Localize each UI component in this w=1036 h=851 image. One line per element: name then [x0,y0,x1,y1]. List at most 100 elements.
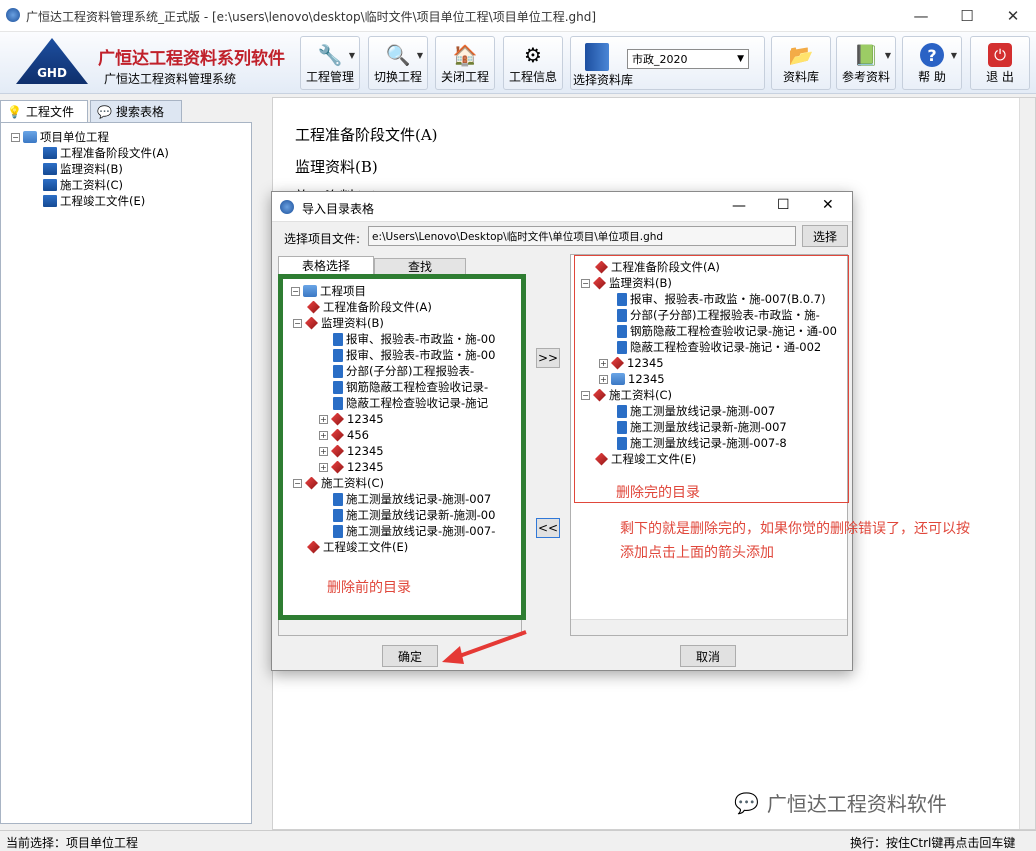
project-folder-icon [23,131,37,143]
tab-project-files[interactable]: 💡 工程文件 [0,100,88,122]
help-label: 帮 助 [918,70,946,84]
brand-logo: GHD [16,38,88,84]
tree-item[interactable]: 工程准备阶段文件(A) [43,145,169,161]
main-toolbar: GHD 广恒达工程资料系列软件 广恒达工程资料管理系统 🔧 ▼ 工程管理 🔍 ▼ 切… [0,32,1036,94]
add-arrow-button[interactable]: >> [536,348,560,368]
dialog-maximize-icon[interactable]: ☐ [777,197,790,213]
help-icon: ? [918,42,946,68]
reference-button[interactable]: 📗 ▼ 参考资料 [836,36,896,90]
close-icon[interactable]: ✕ [990,0,1036,32]
tab-table-select-label: 表格选择 [301,259,350,273]
dialog-title: 导入目录表格 [302,202,375,216]
tab-table-select[interactable]: 表格选择 [278,256,374,276]
tree-item-label: 工程竣工文件(E) [60,194,146,208]
project-info-label: 工程信息 [508,70,557,84]
tree-item[interactable]: 工程竣工文件(E) [43,193,145,209]
category-icon [43,195,57,207]
file-path-value: e:\Users\Lenovo\Desktop\临时文件\单位项目\单位项目.g… [372,230,664,243]
import-dialog: 导入目录表格 — ☐ ✕ 选择项目文件: e:\Users\Lenovo\Des… [271,191,853,671]
minimize-icon[interactable]: — [898,0,944,32]
scrollbar-horizontal[interactable] [571,619,847,635]
window-title-bar: 广恒达工程资料管理系统_正式版 - [e:\users\lenovo\deskt… [0,0,1036,32]
left-tree-pane: − 项目单位工程 工程准备阶段文件(A) 监理资料(B) 施工资料(C) 工程竣… [0,122,252,824]
maximize-icon[interactable]: ☐ [944,0,990,32]
highlight-box-red [574,255,849,503]
select-library-group: 市政_2020 ▼ 选择资料库 [570,36,765,90]
file-label: 选择项目文件: [284,232,361,246]
dropdown-arrow-icon: ▼ [416,51,423,60]
tree-item-root[interactable]: − 项目单位工程 [11,129,109,145]
tab-find-label: 查找 [407,260,432,274]
app-icon [6,8,20,22]
library-button[interactable]: 📂 资料库 [771,36,831,90]
scrollbar-vertical[interactable] [1019,98,1035,829]
ok-button[interactable]: 确定 [382,645,438,667]
remove-arrow-button[interactable]: << [536,518,560,538]
dialog-close-icon[interactable]: ✕ [822,197,834,213]
watermark-text: 广恒达工程资料软件 [766,792,947,816]
content-heading: 监理资料(B) [295,158,378,176]
tab-search-tables[interactable]: 💬 搜索表格 [90,100,182,122]
browse-button[interactable]: 选择 [802,225,848,247]
project-mgmt-button[interactable]: 🔧 ▼ 工程管理 [300,36,360,90]
highlight-box-green [278,274,526,620]
folder-icon: 📂 [788,43,814,67]
tree-item[interactable]: 施工资料(C) [43,177,123,193]
watermark: 💬 广恒达工程资料软件 [734,788,947,817]
select-library-label[interactable]: 选择资料库 [573,71,633,88]
project-mgmt-label: 工程管理 [305,70,354,84]
switch-project-label: 切换工程 [373,70,422,84]
reference-label: 参考资料 [841,70,890,84]
cancel-button[interactable]: 取消 [680,645,736,667]
library-select[interactable]: 市政_2020 ▼ [627,49,749,69]
exit-label: 退 出 [986,70,1014,84]
dropdown-arrow-icon: ▼ [950,51,957,60]
dropdown-arrow-icon: ▼ [348,51,355,60]
wechat-icon: 💬 [734,790,759,815]
library-label: 资料库 [782,70,819,84]
brand-subtitle: 广恒达工程资料管理系统 [104,72,237,86]
status-bar: 当前选择：项目单位工程 换行：按住Ctrl键再点击回车键 [0,830,1036,850]
dialog-minimize-icon[interactable]: — [732,198,746,214]
project-info-button[interactable]: ⚙ 工程信息 [503,36,563,90]
magnifier-icon: 🔍 [385,43,411,67]
annotation-note-line2: 添加点击上面的箭头添加 [620,545,774,561]
green-book-icon: 📗 [853,43,879,67]
gear-icon: ⚙ [524,43,542,67]
dialog-title-bar: 导入目录表格 — ☐ ✕ [272,192,852,222]
category-icon [43,163,57,175]
lightbulb-icon: 💡 [7,104,22,119]
house-icon: 🏠 [452,43,478,67]
close-project-label: 关闭工程 [440,70,489,84]
tree-item-label: 监理资料(B) [60,162,123,176]
tools-icon: 🔧 [317,43,343,67]
content-heading: 工程准备阶段文件(A) [295,126,438,144]
status-right: 换行：按住Ctrl键再点击回车键 [850,836,1016,850]
chevron-down-icon: ▼ [737,54,744,64]
annotation-note-line1: 剩下的就是删除完的，如果你觉的删除错误了，还可以按 [620,521,970,537]
category-icon [43,147,57,159]
help-button[interactable]: ? ▼ 帮 助 [902,36,962,90]
tree-item-label: 工程准备阶段文件(A) [60,146,169,160]
tab-project-files-label: 工程文件 [25,105,74,119]
book-icon [585,43,609,71]
category-icon [43,179,57,191]
annotation-arrow [442,630,527,664]
dialog-app-icon [280,200,294,214]
exit-button[interactable]: ⏻ 退 出 [970,36,1030,90]
switch-project-button[interactable]: 🔍 ▼ 切换工程 [368,36,428,90]
brand-logo-text: GHD [37,66,67,80]
close-project-button[interactable]: 🏠 关闭工程 [435,36,495,90]
brand-name: 广恒达工程资料系列软件 [98,49,285,69]
collapse-icon[interactable]: − [11,132,20,142]
annotation-after: 删除完的目录 [616,485,700,501]
dropdown-arrow-icon: ▼ [884,51,891,60]
status-left: 当前选择：项目单位工程 [6,836,139,850]
tree-item[interactable]: 监理资料(B) [43,161,123,177]
tree-item-label: 施工资料(C) [60,178,124,192]
file-path-field[interactable]: e:\Users\Lenovo\Desktop\临时文件\单位项目\单位项目.g… [368,226,796,246]
library-select-value: 市政_2020 [632,53,688,66]
power-icon: ⏻ [986,42,1014,68]
speech-bubble-icon: 💬 [97,104,112,119]
window-title: 广恒达工程资料管理系统_正式版 - [e:\users\lenovo\deskt… [26,10,597,24]
